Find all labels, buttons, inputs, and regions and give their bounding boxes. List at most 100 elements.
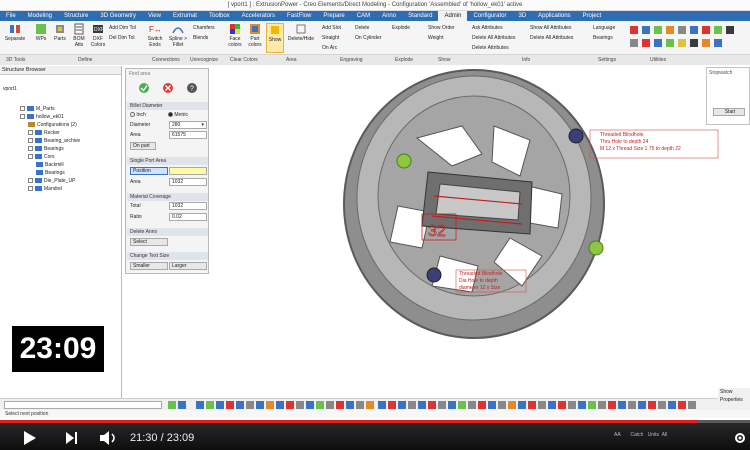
tab-extrumat[interactable]: Extrumat — [167, 11, 203, 21]
tab-accelerators[interactable]: Accelerators — [236, 11, 281, 21]
tab-anno[interactable]: Anno — [376, 11, 402, 21]
tab-project[interactable]: Project — [577, 11, 608, 21]
tree-item[interactable]: Backmill — [36, 162, 64, 169]
visibility-checkbox[interactable] — [20, 106, 25, 111]
tab-standard[interactable]: Standard — [402, 11, 438, 21]
add-slot-button[interactable]: Add Slot — [322, 25, 341, 31]
settings-gear-icon[interactable] — [734, 432, 746, 444]
single-port-area-header[interactable]: Single Port Area — [127, 157, 208, 165]
show-properties-button[interactable]: Show Properties — [718, 388, 750, 404]
help-icon[interactable]: ? — [187, 83, 197, 93]
tab-cam[interactable]: CAM — [351, 11, 376, 21]
visibility-checkbox[interactable] — [28, 186, 33, 191]
tab-3d-geometry[interactable]: 3D Geometry — [94, 11, 142, 21]
tree-item[interactable]: M_Parts — [20, 106, 55, 113]
wps-button[interactable]: WPs — [33, 23, 49, 42]
tree-item[interactable]: Bearings — [28, 146, 64, 153]
tab-toolbox[interactable]: Toolbox — [203, 11, 236, 21]
total-field[interactable]: 1032 — [169, 202, 207, 210]
face-colors-button[interactable]: Face colors — [226, 23, 244, 48]
show-all-attributes-button[interactable]: Show All Attributes — [530, 25, 571, 31]
straight-button[interactable]: Straight — [322, 35, 339, 41]
select-button[interactable]: Select — [130, 238, 168, 246]
next-icon[interactable] — [66, 432, 77, 444]
utilities-icons[interactable] — [628, 24, 748, 52]
separate-button[interactable]: Separate — [4, 23, 26, 42]
delete-anno-header[interactable]: Delete Anno — [127, 228, 208, 236]
tree-item[interactable]: Bearing_archive — [28, 138, 80, 145]
diameter-select[interactable]: 280 ▾ — [169, 121, 207, 129]
bearings-button[interactable]: Bearings — [593, 35, 613, 41]
metric-radio[interactable]: Metric — [168, 112, 188, 119]
tree-item[interactable]: Die_Plate_UP — [28, 178, 75, 185]
parts-button[interactable]: Parts — [52, 23, 68, 42]
part-colors-button[interactable]: Part colors — [246, 23, 264, 48]
spline-fillet-button[interactable]: Spline > Fillet — [167, 23, 189, 48]
delete-hide-button[interactable]: Delete/Hide — [287, 23, 315, 42]
tree-item[interactable]: Mandrel — [28, 186, 62, 193]
toolbar-icons[interactable] — [166, 400, 706, 410]
tree-item[interactable]: Bearings — [36, 170, 65, 177]
browser-root[interactable]: vport1 — [3, 86, 17, 93]
delete-attributes-button[interactable]: Delete Attributes — [472, 45, 509, 51]
del-dim-tol-button[interactable]: Del Dim Tol — [109, 35, 134, 41]
add-dim-tol-button[interactable]: Add Dim Tol — [109, 25, 136, 31]
tree-item[interactable]: hollow_ek01 — [20, 114, 64, 121]
show-order-button[interactable]: Show Order — [428, 25, 455, 31]
position-field[interactable] — [169, 167, 207, 175]
cancel-icon[interactable] — [163, 83, 173, 93]
ok-icon[interactable] — [139, 83, 149, 93]
visibility-checkbox[interactable] — [28, 138, 33, 143]
area-field[interactable]: 61575 — [169, 131, 207, 139]
visibility-checkbox[interactable] — [28, 154, 33, 159]
delete-all-attributes-button[interactable]: Delete All Attributes — [472, 35, 515, 41]
smaller-button[interactable]: Smaller — [130, 262, 168, 270]
tab-fastflow[interactable]: FastFlow — [281, 11, 317, 21]
die-model[interactable]: 32 — [122, 66, 750, 398]
tab-prepare[interactable]: Prepare — [317, 11, 350, 21]
start-button[interactable]: Start — [713, 108, 745, 116]
tab-structure[interactable]: Structure — [58, 11, 94, 21]
ask-attributes-button[interactable]: Ask Attributes — [472, 25, 503, 31]
larger-button[interactable]: Larger — [169, 262, 207, 270]
tree-item[interactable]: Configurations (2) — [28, 122, 77, 129]
delete-all-attributes-2-button[interactable]: Delete All Attributes — [530, 35, 573, 41]
tab-modeling[interactable]: Modeling — [22, 11, 58, 21]
weight-button[interactable]: Weight — [428, 35, 443, 41]
switch-ends-button[interactable]: F↔E Switch Ends — [145, 23, 165, 48]
bom-atts-button[interactable]: BOM Atts — [70, 23, 88, 48]
on-cylinder-button[interactable]: On Cylinder — [355, 35, 381, 41]
material-coverage-header[interactable]: Material Coverage — [127, 193, 208, 201]
on-part-button[interactable]: On part — [130, 142, 156, 150]
visibility-checkbox[interactable] — [28, 130, 33, 135]
tab-3d[interactable]: 3D — [513, 11, 533, 21]
play-icon[interactable] — [24, 431, 36, 445]
explode-button[interactable]: Explode — [392, 25, 410, 31]
tab-view[interactable]: View — [142, 11, 167, 21]
3d-viewport[interactable]: 32 Threaded Blindhole Thru Hole to depth… — [122, 66, 750, 398]
port-area-field[interactable]: 1032 — [169, 178, 207, 186]
visibility-checkbox[interactable] — [28, 146, 33, 151]
visibility-checkbox[interactable] — [28, 178, 33, 183]
tree-item[interactable]: Recker — [28, 130, 60, 137]
command-input[interactable] — [4, 401, 162, 409]
tab-configurator[interactable]: Configurator — [467, 11, 512, 21]
on-arc-button[interactable]: On Arc — [322, 45, 337, 51]
inch-radio[interactable]: Inch — [130, 112, 146, 119]
show-area-button[interactable]: Show — [266, 23, 284, 53]
blends-button[interactable]: Blends — [193, 35, 208, 41]
volume-icon[interactable] — [100, 431, 115, 445]
tree-item[interactable]: Cors — [28, 154, 55, 161]
position-button[interactable]: Position — [130, 167, 168, 175]
chamfers-button[interactable]: Chamfers — [193, 25, 215, 31]
tab-applications[interactable]: Applications — [532, 11, 576, 21]
ratio-field[interactable]: 0.02 — [169, 213, 207, 221]
language-button[interactable]: Language — [593, 25, 615, 31]
change-text-size-header[interactable]: Change Text Size — [127, 252, 208, 260]
tab-file[interactable]: File — [0, 11, 22, 21]
delete-slot-button[interactable]: Delete — [355, 25, 369, 31]
visibility-checkbox[interactable] — [20, 114, 25, 119]
billet-diameter-header[interactable]: Billet Diameter — [127, 102, 208, 110]
tab-admin[interactable]: Admin — [438, 11, 468, 21]
dxf-colors-button[interactable]: DXF DXF Colors — [89, 23, 107, 48]
